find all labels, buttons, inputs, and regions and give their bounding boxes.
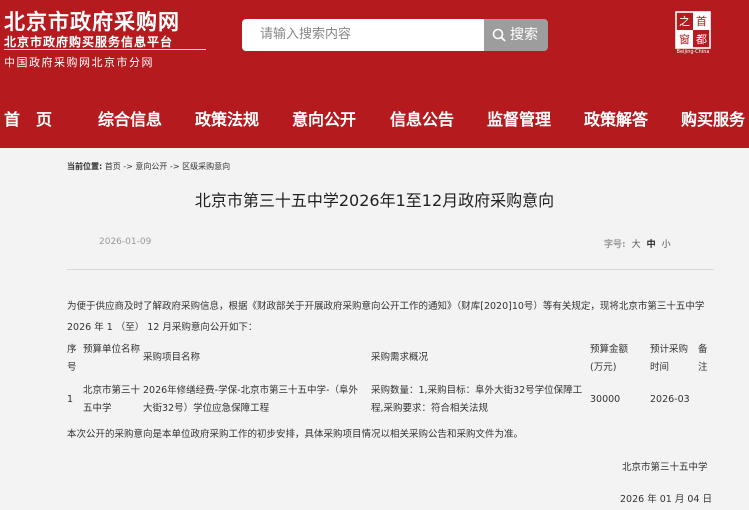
th-summary: 采购需求概况 — [371, 352, 429, 363]
th-budget: 预算金额(万元) — [590, 344, 629, 373]
capital-window-logo-icon[interactable]: 之 首 窗 都 — [674, 10, 712, 54]
nav-item-supervision[interactable]: 监督管理 — [487, 105, 551, 135]
td-summary: 采购数量：1,采购目标：阜外大街32号学位保障工程,采购要求：符合相关法规 — [371, 385, 583, 414]
th-unit: 预算单位名称 — [83, 344, 141, 355]
font-size-small[interactable]: 小 — [662, 240, 671, 250]
td-seq: 1 — [67, 394, 74, 405]
th-project: 采购项目名称 — [143, 352, 201, 363]
td-budget: 30000 — [590, 394, 621, 405]
font-size-switcher: 字号: 大中小 — [604, 237, 671, 250]
emblem-char-4: 都 — [696, 33, 707, 46]
signature-date: 2026 年 01 月 04 日 — [620, 494, 712, 505]
signature: 北京市第三十五中学 — [622, 462, 708, 473]
nav-item-general-info[interactable]: 综合信息 — [98, 105, 162, 135]
publish-date: 2026-01-09 — [99, 237, 152, 247]
emblem-char-1: 之 — [679, 14, 690, 28]
breadcrumb: 当前位置: 首页 -> 意向公开 -> 区级采购意向 — [67, 161, 230, 172]
article-content: 当前位置: 首页 -> 意向公开 -> 区级采购意向 北京市第三十五中学2026… — [0, 148, 749, 510]
td-project: 2026年修缮经费-学保-北京市第三十五中学-（阜外大街32号）学位应急保障工程 — [143, 385, 358, 414]
main-nav: 首 页 综合信息 政策法规 意向公开 信息公告 监督管理 政策解答 购买服务 — [0, 105, 749, 135]
breadcrumb-path[interactable]: 首页 -> 意向公开 -> 区级采购意向 — [105, 162, 230, 171]
site-logo-subtitle: 北京市政府购买服务信息平台 — [4, 35, 174, 49]
emblem-caption: Beijing·China — [676, 49, 710, 55]
search-icon — [492, 28, 506, 42]
title-divider — [67, 269, 714, 270]
nav-item-notice[interactable]: 信息公告 — [390, 105, 454, 135]
td-unit: 北京市第三十五中学 — [83, 385, 141, 414]
th-seq: 序号 — [67, 344, 77, 373]
nav-item-policy[interactable]: 政策法规 — [195, 105, 259, 135]
logo-divider — [4, 49, 206, 50]
site-logo-title[interactable]: 北京市政府采购网 — [4, 6, 180, 36]
search-button-label: 搜索 — [510, 27, 538, 43]
nav-item-policy-answers[interactable]: 政策解答 — [584, 105, 648, 135]
intro-paragraph: 为便于供应商及时了解政府采购信息，根据《财政部关于开展政府采购意向公开工作的通知… — [67, 301, 705, 333]
font-size-label: 字号: — [604, 240, 626, 250]
nav-item-home[interactable]: 首 页 — [4, 105, 52, 135]
nav-item-intent[interactable]: 意向公开 — [292, 105, 356, 135]
breadcrumb-label: 当前位置: — [67, 162, 103, 171]
td-time: 2026-03 — [650, 394, 690, 405]
site-header: 北京市政府采购网 北京市政府购买服务信息平台 中国政府采购网北京市分网 请输入搜… — [0, 0, 749, 148]
font-size-medium[interactable]: 中 — [647, 240, 656, 250]
search-button[interactable]: 搜索 — [484, 19, 548, 51]
nav-item-purchase-service[interactable]: 购买服务 — [681, 105, 745, 135]
site-logo-subtitle2: 中国政府采购网北京市分网 — [4, 56, 154, 69]
th-time: 预计采购时间 — [650, 344, 689, 373]
th-note: 备注 — [698, 344, 708, 373]
font-size-large[interactable]: 大 — [632, 240, 641, 250]
emblem-char-3: 窗 — [679, 32, 690, 46]
closing-paragraph: 本次公开的采购意向是本单位政府采购工作的初步安排，具体采购项目情况以相关采购公告… — [67, 429, 524, 440]
page-title: 北京市第三十五中学2026年1至12月政府采购意向 — [194, 191, 555, 210]
emblem-char-2: 首 — [696, 14, 707, 28]
search-input[interactable]: 请输入搜索内容 — [242, 19, 484, 51]
